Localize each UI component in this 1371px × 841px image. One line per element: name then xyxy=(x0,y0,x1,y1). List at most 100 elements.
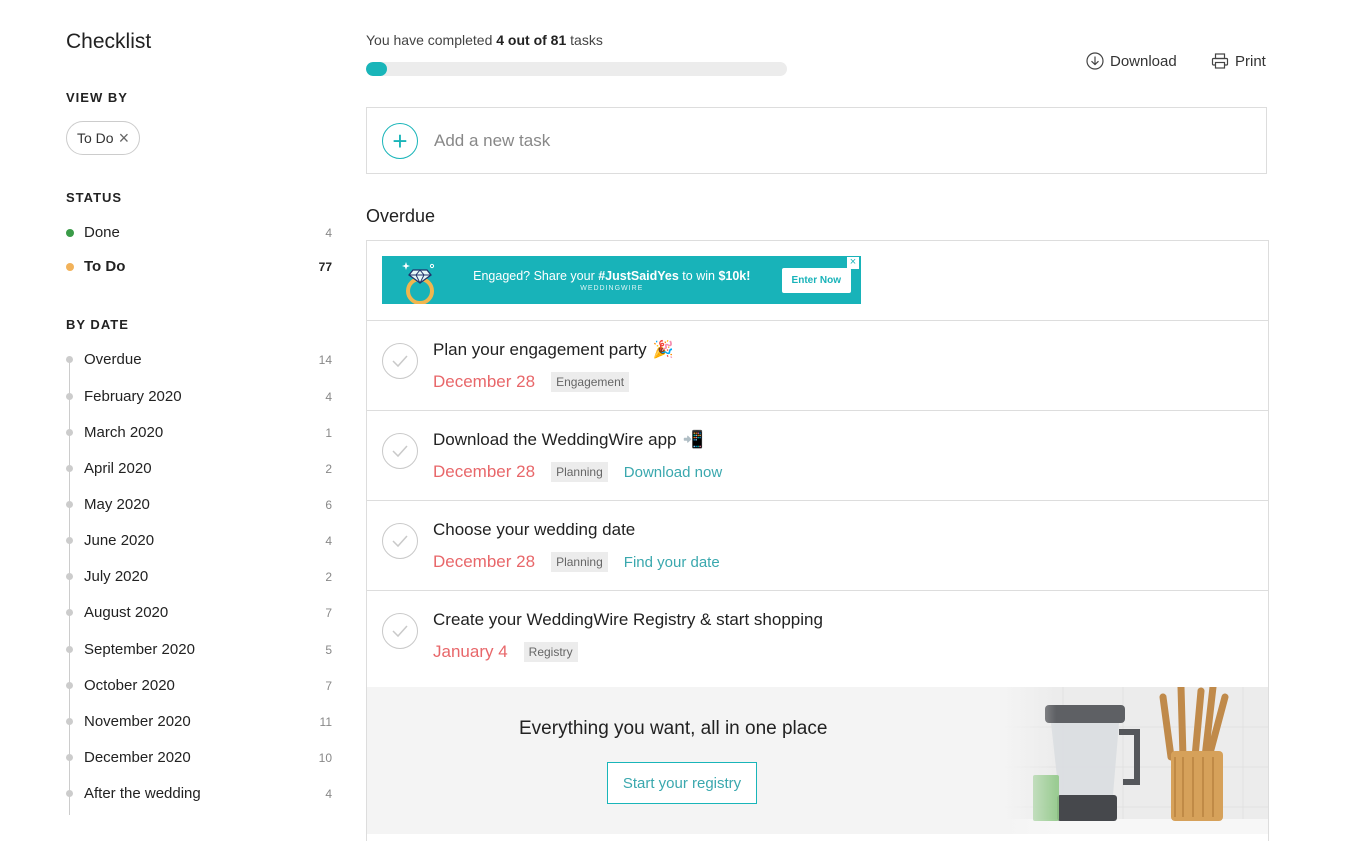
task-category-tag: Engagement xyxy=(551,372,630,392)
ad-enter-button[interactable]: Enter Now xyxy=(781,267,851,293)
task-due-date: December 28 xyxy=(433,372,536,391)
plus-icon[interactable]: + xyxy=(382,122,418,159)
progress-text: You have completed 4 out of 81 tasks xyxy=(366,32,603,48)
progress-prefix: You have completed xyxy=(366,32,497,48)
timeline-dot-icon xyxy=(66,465,73,472)
printer-icon xyxy=(1211,53,1229,69)
view-filter-chip-label: To Do xyxy=(77,130,114,146)
task-title[interactable]: Download the WeddingWire app 📲 xyxy=(433,430,704,450)
close-icon[interactable]: × xyxy=(119,129,130,147)
download-label: Download xyxy=(1110,52,1177,70)
task-meta: December 28 Planning Find your date xyxy=(433,552,720,572)
date-item-label: November 2020 xyxy=(84,713,191,730)
party-popper-icon: 🎉 xyxy=(652,340,674,359)
status-item-done[interactable]: Done 4 xyxy=(66,224,332,241)
date-item-label: August 2020 xyxy=(84,604,169,621)
ad-banner[interactable]: Engaged? Share your #JustSaidYes to win … xyxy=(382,256,861,305)
status-label: STATUS xyxy=(66,190,123,205)
task-meta: December 28 Planning Download now xyxy=(433,462,722,482)
add-task-box[interactable]: + xyxy=(366,107,1267,174)
find-your-date-link[interactable]: Find your date xyxy=(624,554,720,571)
timeline-dot-icon xyxy=(66,537,73,544)
task-title[interactable]: Plan your engagement party 🎉 xyxy=(433,340,674,360)
timeline-dot-icon xyxy=(66,393,73,400)
date-item-july-2020[interactable]: July 2020 2 xyxy=(66,568,332,585)
ad-brand: WEDDINGWIRE xyxy=(580,284,644,292)
date-item-count: 14 xyxy=(318,352,332,367)
date-item-count: 2 xyxy=(325,569,332,584)
date-item-december-2020[interactable]: December 2020 10 xyxy=(66,749,332,766)
view-filter-chip[interactable]: To Do × xyxy=(66,121,141,155)
task-item: Create your WeddingWire Registry & start… xyxy=(367,591,1268,687)
date-item-october-2020[interactable]: October 2020 7 xyxy=(66,677,332,694)
date-item-label: May 2020 xyxy=(84,496,150,513)
task-category-tag: Planning xyxy=(551,462,608,482)
ad-text-prefix: Engaged? Share your xyxy=(473,268,599,283)
date-item-overdue[interactable]: Overdue 14 xyxy=(66,351,332,368)
download-button[interactable]: Download xyxy=(1086,52,1177,70)
timeline-dot-icon xyxy=(66,754,73,761)
task-title-text: Plan your engagement party xyxy=(433,340,647,359)
task-category-tag: Registry xyxy=(523,642,578,662)
check-icon[interactable] xyxy=(382,613,418,649)
promo-title: Everything you want, all in one place xyxy=(519,718,828,739)
timeline-dot-icon xyxy=(66,501,73,508)
progress-bar xyxy=(366,62,787,76)
section-heading-overdue: Overdue xyxy=(366,206,436,226)
task-title-text: Choose your wedding date xyxy=(433,520,636,539)
date-item-june-2020[interactable]: June 2020 4 xyxy=(66,532,332,549)
date-item-august-2020[interactable]: August 2020 7 xyxy=(66,604,332,621)
timeline-dot-icon xyxy=(66,790,73,797)
kitchen-products-image xyxy=(1003,687,1268,834)
task-meta: January 4 Registry xyxy=(433,642,578,662)
date-item-label: September 2020 xyxy=(84,641,195,658)
task-title-text: Create your WeddingWire Registry & start… xyxy=(433,610,823,629)
task-due-date: December 28 xyxy=(433,462,536,481)
date-item-count: 4 xyxy=(325,786,332,801)
timeline-dot-icon xyxy=(66,609,73,616)
check-icon[interactable] xyxy=(382,343,418,379)
date-item-september-2020[interactable]: September 2020 5 xyxy=(66,641,332,658)
add-task-input[interactable] xyxy=(434,130,934,151)
date-item-november-2020[interactable]: November 2020 11 xyxy=(66,713,332,730)
date-item-may-2020[interactable]: May 2020 6 xyxy=(66,496,332,513)
timeline-dot-icon xyxy=(66,682,73,689)
status-item-todo[interactable]: To Do 77 xyxy=(66,258,332,275)
check-icon[interactable] xyxy=(382,523,418,559)
date-item-february-2020[interactable]: February 2020 4 xyxy=(66,388,332,405)
date-item-label: December 2020 xyxy=(84,749,191,766)
download-now-link[interactable]: Download now xyxy=(624,464,722,481)
date-item-label: July 2020 xyxy=(84,568,149,585)
status-item-label: Done xyxy=(84,224,120,241)
ad-row: Engaged? Share your #JustSaidYes to win … xyxy=(367,241,1268,321)
date-item-april-2020[interactable]: April 2020 2 xyxy=(66,460,332,477)
sidebar: Checklist VIEW BY To Do × STATUS Done 4 … xyxy=(66,0,336,841)
date-item-after-the-wedding[interactable]: After the wedding 4 xyxy=(66,785,332,802)
task-title[interactable]: Create your WeddingWire Registry & start… xyxy=(433,610,823,630)
ad-prize: $10k! xyxy=(718,268,751,283)
view-by-label: VIEW BY xyxy=(66,90,128,105)
date-item-label: After the wedding xyxy=(84,785,201,802)
registry-promo: Everything you want, all in one place St… xyxy=(367,687,1268,834)
print-label: Print xyxy=(1235,52,1266,70)
check-icon[interactable] xyxy=(382,433,418,469)
date-item-label: February 2020 xyxy=(84,388,182,405)
date-item-count: 11 xyxy=(319,714,332,729)
progress-suffix: tasks xyxy=(566,32,603,48)
task-title[interactable]: Choose your wedding date xyxy=(433,520,635,540)
task-due-date: December 28 xyxy=(433,552,536,571)
date-item-count: 4 xyxy=(325,533,332,548)
mobile-phone-icon: 📲 xyxy=(682,430,704,449)
date-item-count: 4 xyxy=(325,389,332,404)
task-meta: December 28 Engagement xyxy=(433,372,630,392)
date-item-march-2020[interactable]: March 2020 1 xyxy=(66,424,332,441)
print-button[interactable]: Print xyxy=(1211,52,1266,70)
ad-close-icon[interactable]: × xyxy=(847,257,859,269)
task-list: Engaged? Share your #JustSaidYes to win … xyxy=(366,240,1269,841)
progress-count: 4 out of 81 xyxy=(496,32,567,48)
start-registry-button[interactable]: Start your registry xyxy=(607,762,757,804)
task-item: Download the WeddingWire app 📲 December 2… xyxy=(367,411,1268,501)
date-item-label: June 2020 xyxy=(84,532,155,549)
download-icon xyxy=(1086,52,1104,70)
task-category-tag: Planning xyxy=(551,552,608,572)
